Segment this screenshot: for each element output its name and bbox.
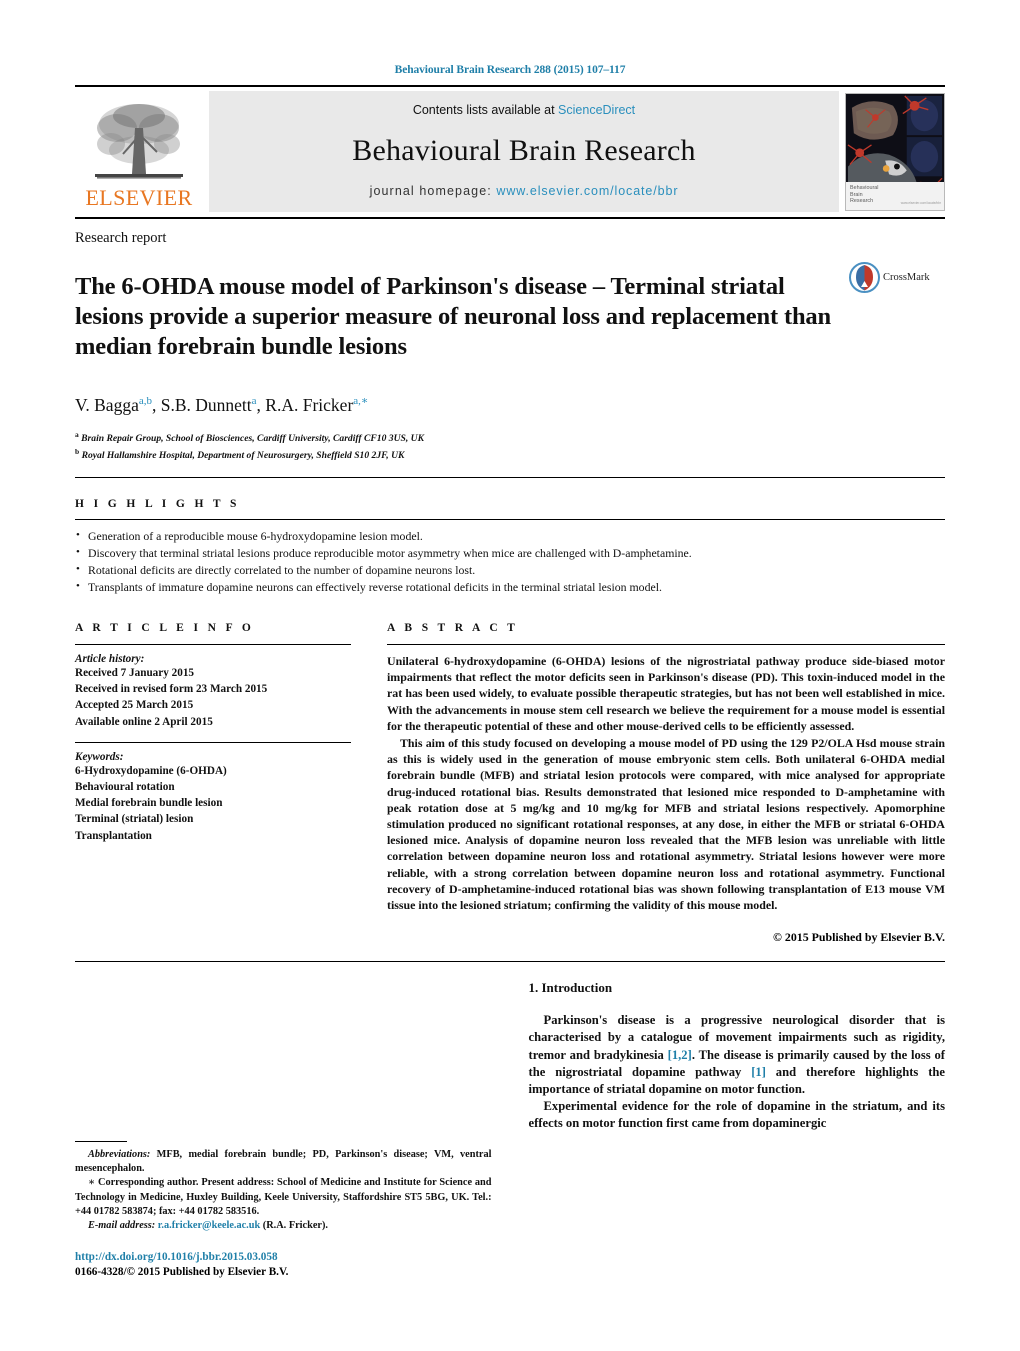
article-type-label: Research report — [75, 230, 167, 246]
sciencedirect-link[interactable]: ScienceDirect — [558, 103, 635, 117]
introduction-column: 1. Introduction Parkinson's disease is a… — [529, 980, 946, 1280]
article-info-section: A R T I C L E I N F O Article history: R… — [75, 622, 351, 945]
keyword-item: Terminal (striatal) lesion — [75, 813, 194, 826]
footnote-block: Abbreviations: MFB, medial forebrain bun… — [75, 1141, 492, 1280]
article-first-page: Behavioural Brain Research 288 (2015) 10… — [0, 0, 1020, 1351]
list-item: Discovery that terminal striatal lesions… — [75, 544, 945, 562]
article-history-list: Received 7 January 2015 Received in revi… — [75, 665, 351, 730]
keyword-item: Medial forebrain bundle lesion — [75, 797, 223, 810]
affiliation-text: Brain Repair Group, School of Bioscience… — [81, 432, 424, 444]
introduction-paragraph: Experimental evidence for the role of do… — [528, 1099, 946, 1131]
masthead-center: Contents lists available at ScienceDirec… — [209, 91, 839, 212]
highlights-label: H I G H L I G H T S — [75, 498, 240, 511]
cover-caption: Behavioural Brain Research www.elsevier.… — [846, 182, 944, 210]
elsevier-wordmark: ELSEVIER — [85, 184, 193, 210]
crossmark-label: CrossMark — [883, 272, 930, 283]
abstract-section: A B S T R A C T Unilateral 6-hydroxydopa… — [387, 622, 945, 945]
cover-caption-line1: Behavioural — [850, 185, 879, 191]
article-info-divider — [75, 644, 351, 646]
article-history-label: Article history: — [75, 653, 145, 666]
doi-link[interactable]: http://dx.doi.org/10.1016/j.bbr.2015.03.… — [75, 1250, 492, 1265]
page-title: The 6-OHDA mouse model of Parkinson's di… — [75, 273, 832, 361]
keyword-item: 6-Hydroxydopamine (6-OHDA) — [75, 764, 227, 777]
footnotes: Abbreviations: MFB, medial forebrain bun… — [75, 1148, 492, 1233]
crossmark-badge[interactable]: CrossMark — [849, 262, 945, 293]
contents-prefix: Contents lists available at — [412, 103, 559, 117]
affiliation-marker: a — [75, 429, 79, 439]
body-columns: Abbreviations: MFB, medial forebrain bun… — [75, 962, 945, 1280]
cover-caption-url: www.elsevier.com/locate/bbr — [900, 201, 941, 206]
crossmark-icon — [849, 262, 880, 293]
citation-ref[interactable]: [1,2] — [668, 1048, 692, 1062]
keywords-label: Keywords: — [75, 750, 124, 763]
issn-copyright-line: 0166-4328/© 2015 Published by Elsevier B… — [75, 1266, 289, 1279]
keyword-item: Transplantation — [75, 829, 152, 842]
footnote-column: Abbreviations: MFB, medial forebrain bun… — [75, 980, 492, 1280]
journal-homepage-link[interactable]: www.elsevier.com/locate/bbr — [496, 184, 678, 198]
journal-title: Behavioural Brain Research — [352, 133, 696, 167]
list-item: Rotational deficits are directly correla… — [75, 561, 945, 579]
info-abstract-region: A R T I C L E I N F O Article history: R… — [75, 596, 945, 945]
list-item: Transplants of immature dopamine neurons… — [75, 578, 945, 596]
history-item: Received 7 January 2015 — [75, 667, 195, 680]
history-item: Received in revised form 23 March 2015 — [75, 683, 268, 696]
history-item: Available online 2 April 2015 — [75, 715, 213, 728]
elsevier-tree-icon — [95, 103, 183, 179]
title-row: The 6-OHDA mouse model of Parkinson's di… — [75, 256, 945, 379]
abstract-paragraph: Unilateral 6-hydroxydopamine (6-OHDA) le… — [387, 654, 945, 733]
email-suffix: (R.A. Fricker). — [260, 1220, 328, 1232]
highlights-list: Generation of a reproducible mouse 6-hyd… — [75, 527, 945, 596]
introduction-paragraph: Parkinson's disease is a progressive neu… — [529, 1012, 946, 1098]
abstract-paragraph: This aim of this study focused on develo… — [387, 736, 945, 913]
corresponding-author-footnote: ∗ Corresponding author. Present address:… — [75, 1176, 492, 1219]
history-item: Accepted 25 March 2015 — [75, 699, 194, 712]
running-head: Behavioural Brain Research 288 (2015) 10… — [394, 64, 626, 76]
article-header: Research report The 6-OHDA mouse model o… — [75, 219, 945, 479]
affiliation-item: b Royal Hallamshire Hospital, Department… — [75, 445, 945, 463]
citation-ref[interactable]: [1] — [751, 1065, 766, 1079]
abbreviations-label: Abbreviations: — [88, 1149, 151, 1161]
highlights-section: H I G H L I G H T S Generation of a repr… — [75, 478, 945, 596]
email-link[interactable]: r.a.fricker@keele.ac.uk — [158, 1220, 260, 1231]
abstract-body: Unilateral 6-hydroxydopamine (6-OHDA) le… — [387, 653, 945, 913]
journal-masthead: ELSEVIER Contents lists available at Sci… — [75, 85, 945, 219]
doi-block: http://dx.doi.org/10.1016/j.bbr.2015.03.… — [75, 1250, 492, 1280]
elsevier-logo[interactable]: ELSEVIER — [75, 87, 203, 217]
introduction-heading: 1. Introduction — [528, 980, 613, 996]
email-label: E-mail address: — [88, 1220, 156, 1232]
contents-line: Contents lists available at ScienceDirec… — [413, 103, 635, 117]
abstract-label: A B S T R A C T — [387, 622, 519, 635]
keywords-block: Keywords: 6-Hydroxydopamine (6-OHDA) Beh… — [75, 741, 351, 844]
keywords-list: 6-Hydroxydopamine (6-OHDA) Behavioural r… — [75, 763, 351, 844]
list-item: Generation of a reproducible mouse 6-hyd… — [75, 527, 945, 545]
header-divider — [75, 477, 945, 479]
cover-caption-line2: Brain — [850, 191, 863, 198]
keywords-divider — [75, 741, 351, 743]
introduction-body: Parkinson's disease is a progressive neu… — [529, 1012, 946, 1132]
abbreviations-footnote: Abbreviations: MFB, medial forebrain bun… — [75, 1148, 492, 1176]
affiliation-marker: b — [75, 447, 80, 457]
affiliation-item: a Brain Repair Group, School of Bioscien… — [75, 428, 945, 446]
homepage-line: journal homepage: www.elsevier.com/locat… — [370, 184, 679, 198]
article-info-label: A R T I C L E I N F O — [75, 622, 255, 635]
affiliation-text: Royal Hallamshire Hospital, Department o… — [81, 450, 405, 462]
author-list: V. Baggaa,b, S.B. Dunnetta, R.A. Fricker… — [75, 394, 369, 415]
abstract-divider — [387, 644, 945, 646]
affiliation-list: a Brain Repair Group, School of Bioscien… — [75, 428, 945, 463]
corresponding-author-text: Corresponding author. Present address: S… — [75, 1177, 492, 1217]
email-footnote: E-mail address: r.a.fricker@keele.ac.uk … — [75, 1219, 492, 1233]
footnote-divider — [75, 1141, 127, 1143]
abstract-copyright: © 2015 Published by Elsevier B.V. — [773, 930, 945, 945]
homepage-prefix: journal homepage: — [369, 184, 497, 198]
highlights-divider — [75, 519, 945, 521]
keyword-item: Behavioural rotation — [75, 781, 175, 794]
journal-cover-thumbnail[interactable]: Behavioural Brain Research www.elsevier.… — [845, 93, 945, 211]
